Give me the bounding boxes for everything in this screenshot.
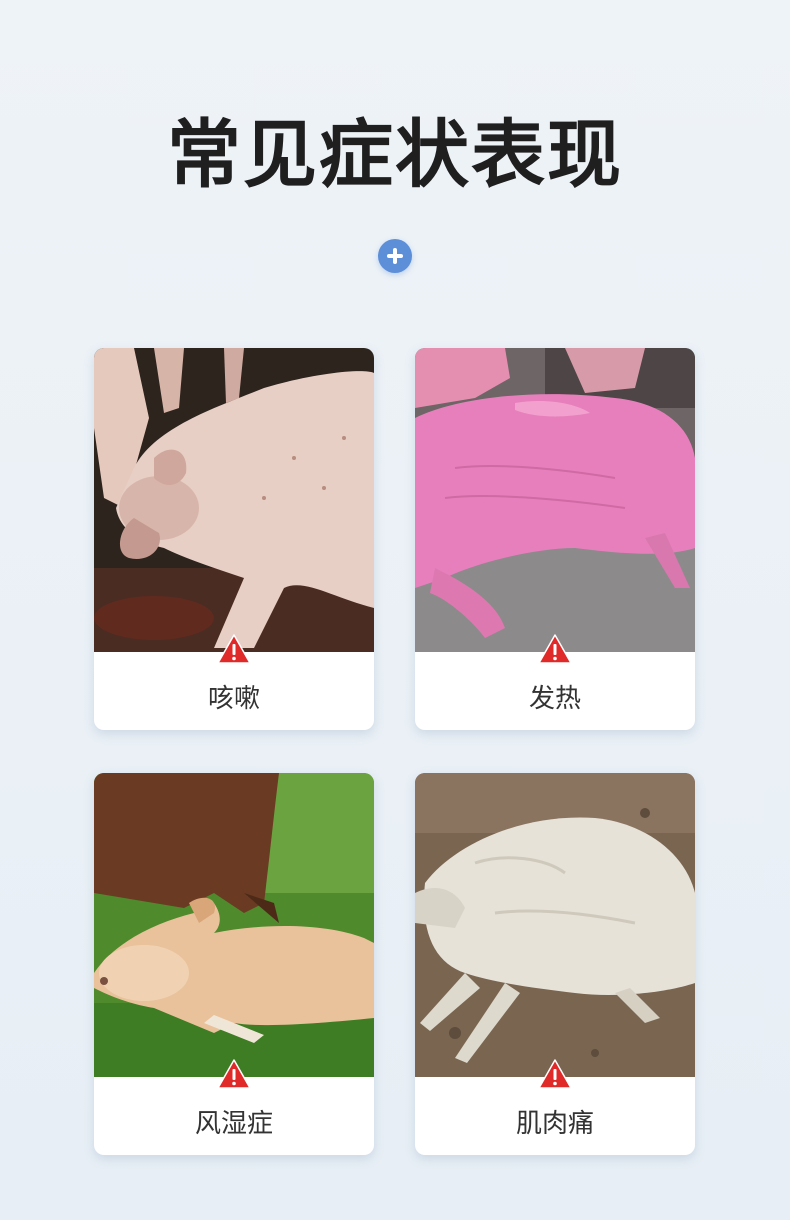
lying-sheep-photo [415, 773, 695, 1077]
page-title: 常见症状表现 [167, 112, 623, 198]
warning-icon [217, 634, 251, 664]
warning-icon [217, 1059, 251, 1089]
coughing-pig-photo [94, 348, 374, 652]
symptom-label: 肌肉痛 [515, 1109, 594, 1139]
lying-calf-photo [94, 773, 374, 1077]
symptom-label: 咳嗽 [207, 684, 260, 714]
plus-circle-icon[interactable] [378, 239, 412, 273]
symptom-label: 风湿症 [194, 1109, 273, 1139]
feverish-pink-piglet-photo [415, 348, 695, 652]
warning-icon [538, 634, 572, 664]
symptom-label: 发热 [528, 684, 581, 714]
symptom-card-fever[interactable]: 发热 [415, 348, 695, 730]
warning-icon [538, 1059, 572, 1089]
symptom-card-rheumatism[interactable]: 风湿症 [94, 773, 374, 1155]
symptom-card-cough[interactable]: 咳嗽 [94, 348, 374, 730]
symptom-card-muscle-pain[interactable]: 肌肉痛 [415, 773, 695, 1155]
